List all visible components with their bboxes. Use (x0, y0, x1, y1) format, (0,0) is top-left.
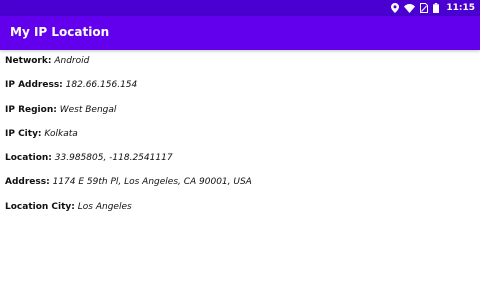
battery-icon (433, 3, 440, 13)
location-value: 33.985805, -118.2541117 (54, 153, 173, 164)
ip-region-value: West Bengal (59, 104, 117, 115)
address-value: 1174 E 59th Pl, Los Angeles, CA 90001, U… (52, 177, 252, 188)
ip-address-label: IP Address: (5, 80, 63, 91)
info-row-location: Location: 33.985805, -118.2541117 (5, 153, 475, 177)
location-city-label: Location City: (5, 201, 75, 212)
ip-city-value: Kolkata (44, 128, 78, 139)
info-row-address: Address: 1174 E 59th Pl, Los Angeles, CA… (5, 177, 475, 201)
ip-region-label: IP Region: (5, 104, 57, 115)
wifi-icon (404, 3, 416, 13)
location-icon (391, 3, 400, 13)
status-bar: 11:15 (0, 0, 480, 16)
info-row-ip-city: IP City: Kolkata (5, 129, 475, 153)
location-city-value: Los Angeles (77, 201, 132, 212)
sim-icon (420, 3, 429, 13)
network-value: Android (54, 56, 90, 66)
address-label: Address: (5, 177, 50, 188)
network-label: Network: (5, 56, 52, 66)
info-row-network: Network: Android (5, 56, 475, 80)
status-time: 11:15 (446, 3, 475, 13)
info-row-ip-region: IP Region: West Bengal (5, 105, 475, 129)
location-label: Location: (5, 153, 52, 164)
info-list: Network: Android IP Address: 182.66.156.… (5, 56, 475, 226)
info-row-ip-address: IP Address: 182.66.156.154 (5, 80, 475, 104)
status-icons: 11:15 (391, 1, 475, 15)
app-bar: My IP Location (0, 16, 480, 50)
info-row-location-city: Location City: Los Angeles (5, 202, 475, 226)
app-title: My IP Location (10, 25, 110, 39)
ip-city-label: IP City: (5, 128, 42, 139)
ip-address-value: 182.66.156.154 (65, 80, 138, 91)
